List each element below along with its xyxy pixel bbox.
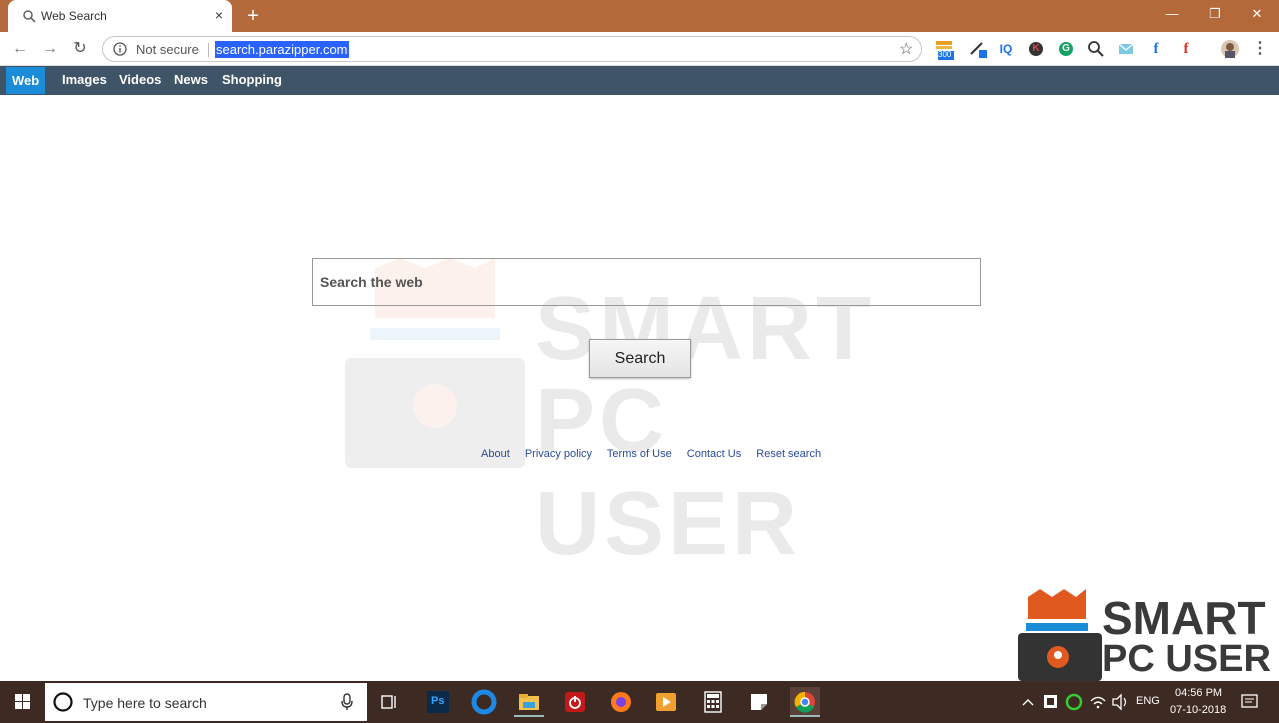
tab-close-button[interactable]: × <box>210 6 228 24</box>
power-app-icon[interactable] <box>560 687 590 717</box>
magnifier-extension-icon[interactable] <box>1086 39 1106 59</box>
windows-start-button[interactable] <box>0 681 45 723</box>
rss-badge-extension-icon[interactable]: 300 <box>934 39 956 60</box>
menu-kebab-icon[interactable]: ⋮ <box>1250 39 1270 59</box>
facebook-extension-icon[interactable]: f <box>1146 39 1166 59</box>
media-player-icon[interactable] <box>651 687 681 717</box>
chrome-icon[interactable] <box>790 687 820 717</box>
forward-arrow-icon[interactable]: → <box>40 39 60 59</box>
profile-avatar[interactable] <box>1220 39 1240 59</box>
iq-extension-icon[interactable]: IQ <box>996 39 1016 59</box>
search-button[interactable]: Search <box>589 339 691 378</box>
k-extension-label: K <box>1032 43 1040 54</box>
calculator-icon[interactable] <box>698 687 728 717</box>
tab-web-search[interactable]: Web Search × <box>8 0 232 32</box>
footer-links: About Privacy policy Terms of Use Contac… <box>481 448 833 460</box>
smart-pc-user-logo: SMART PC USER <box>1016 589 1279 681</box>
k-extension-icon[interactable]: K <box>1026 39 1046 59</box>
address-bar[interactable]: Not secure search.parazipper.com ☆ <box>102 36 922 62</box>
nav-tab-news[interactable]: News <box>168 66 214 93</box>
title-bar: Web Search × + — ❐ ✕ <box>0 0 1279 32</box>
pen-extension-icon[interactable] <box>968 39 988 59</box>
back-arrow-icon[interactable]: ← <box>10 39 30 59</box>
recycle-tray-icon[interactable] <box>1063 687 1085 717</box>
grammarly-icon[interactable]: G <box>1056 39 1076 59</box>
terms-of-use-link[interactable]: Terms of Use <box>607 448 672 460</box>
privacy-policy-link[interactable]: Privacy policy <box>525 448 592 460</box>
cortana-icon <box>53 692 73 712</box>
tab-title: Web Search <box>41 9 107 23</box>
nav-tab-images[interactable]: Images <box>56 66 113 93</box>
reload-icon[interactable]: ↻ <box>70 39 90 59</box>
wifi-icon[interactable] <box>1087 687 1109 717</box>
watermark-text-line2: PC USER <box>535 371 802 574</box>
security-label[interactable]: Not secure <box>136 42 199 57</box>
taskbar-search-placeholder: Type here to search <box>83 695 207 711</box>
reset-search-link[interactable]: Reset search <box>756 448 821 460</box>
logo-mascot-icon <box>1018 589 1102 681</box>
search-input[interactable] <box>312 258 981 306</box>
contact-us-link[interactable]: Contact Us <box>687 448 741 460</box>
tray-app-icon[interactable] <box>1040 687 1062 717</box>
flipboard-extension-icon[interactable]: f <box>1176 39 1196 59</box>
language-indicator[interactable]: ENG <box>1136 695 1160 707</box>
minimize-button[interactable]: — <box>1160 4 1184 24</box>
task-view-icon[interactable] <box>375 687 405 717</box>
divider <box>208 43 209 57</box>
logo-text-line2: PC USER <box>1102 638 1271 680</box>
restore-button[interactable]: ❐ <box>1203 4 1227 24</box>
info-icon[interactable] <box>113 42 127 56</box>
file-explorer-icon[interactable] <box>514 687 544 717</box>
logo-text-line1: SMART <box>1102 592 1266 644</box>
show-hidden-icons-chevron[interactable] <box>1018 687 1038 717</box>
nav-tab-web[interactable]: Web <box>6 67 46 94</box>
clock-date[interactable]: 07-10-2018 <box>1170 704 1226 716</box>
extension-badge: 300 <box>938 50 952 59</box>
nav-tab-shopping[interactable]: Shopping <box>216 66 288 93</box>
nav-tab-videos[interactable]: Videos <box>113 66 167 93</box>
volume-icon[interactable] <box>1109 687 1131 717</box>
firefox-icon[interactable] <box>606 687 636 717</box>
edge-browser-icon[interactable] <box>469 687 499 717</box>
mail-extension-icon[interactable] <box>1116 39 1136 59</box>
taskbar: Type here to search Ps ENG 04:56 PM 07-1… <box>0 681 1279 723</box>
search-icon <box>22 9 36 23</box>
taskbar-search-box[interactable]: Type here to search <box>45 683 367 721</box>
bookmark-star-icon[interactable]: ☆ <box>899 39 913 59</box>
close-window-button[interactable]: ✕ <box>1245 4 1269 24</box>
new-tab-button[interactable]: + <box>243 5 263 27</box>
sticky-notes-icon[interactable] <box>744 687 774 717</box>
browser-toolbar: ← → ↻ Not secure search.parazipper.com ☆… <box>0 32 1279 66</box>
grammarly-label: G <box>1062 43 1070 54</box>
search-category-bar: Web Images Videos News Shopping <box>0 66 1279 95</box>
about-link[interactable]: About <box>481 448 510 460</box>
microphone-icon[interactable] <box>340 693 354 711</box>
action-center-icon[interactable] <box>1238 687 1262 717</box>
url-text[interactable]: search.parazipper.com <box>215 41 349 58</box>
photoshop-label: Ps <box>431 695 445 707</box>
photoshop-icon[interactable]: Ps <box>423 687 453 717</box>
clock-time[interactable]: 04:56 PM <box>1175 687 1222 699</box>
